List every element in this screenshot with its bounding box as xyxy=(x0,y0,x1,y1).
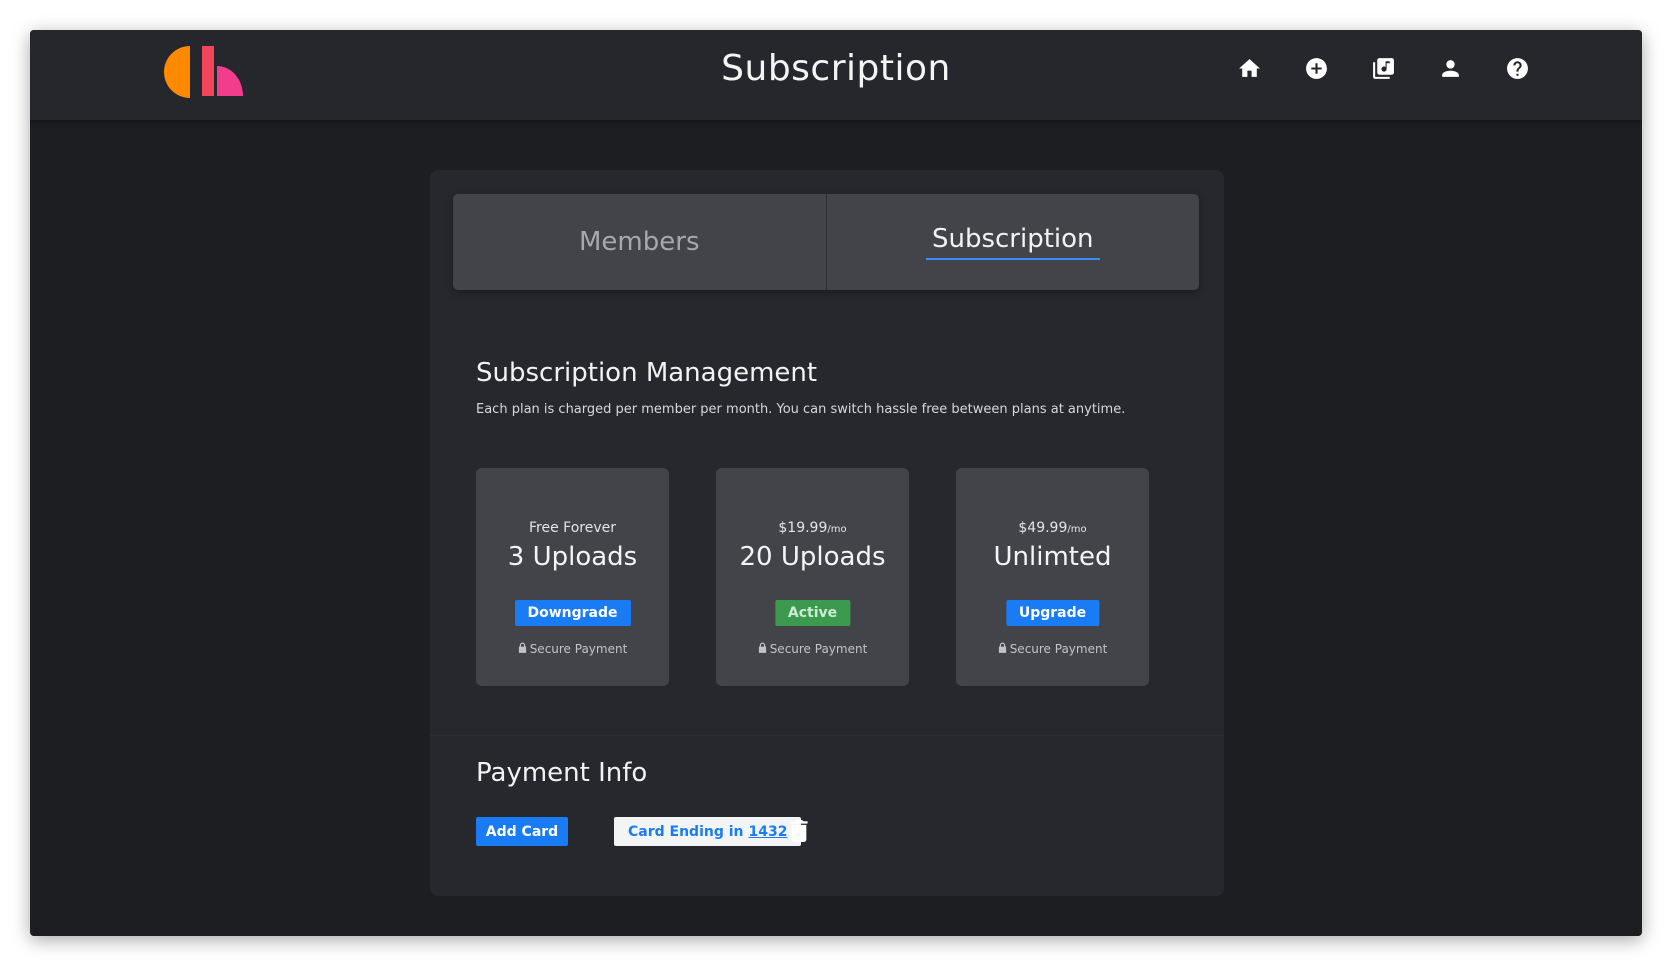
subscription-panel: Members Subscription Subscription Manage… xyxy=(430,170,1224,896)
plan-price-amount: $49.99 xyxy=(1018,520,1068,536)
downgrade-button[interactable]: Downgrade xyxy=(514,600,631,626)
plan-price: $49.99/mo xyxy=(956,520,1149,536)
secure-payment-note: Secure Payment xyxy=(716,642,909,656)
plan-card-unlimited: $49.99/mo Unlimted Upgrade Secure Paymen… xyxy=(956,468,1149,686)
plan-card-free: Free Forever 3 Uploads Downgrade Secure … xyxy=(476,468,669,686)
plan-price-amount: Free Forever xyxy=(529,520,616,536)
plan-price: Free Forever xyxy=(476,520,669,536)
plan-price-period: /mo xyxy=(1067,524,1087,535)
plan-name: Unlimted xyxy=(993,542,1112,572)
lock-icon xyxy=(518,642,527,656)
home-icon[interactable] xyxy=(1237,56,1262,81)
plan-price-period: /mo xyxy=(827,524,847,535)
subscription-management-heading: Subscription Management xyxy=(476,358,818,388)
tab-bar: Members Subscription xyxy=(453,194,1199,290)
plan-price: $19.99/mo xyxy=(716,520,909,536)
tab-subscription[interactable]: Subscription xyxy=(825,194,1200,290)
lock-icon xyxy=(758,642,767,656)
plan-card-20-uploads: $19.99/mo 20 Uploads Active Secure Payme… xyxy=(716,468,909,686)
secure-payment-label: Secure Payment xyxy=(769,642,868,656)
tab-subscription-label: Subscription xyxy=(925,224,1100,260)
library-music-icon[interactable] xyxy=(1371,56,1396,81)
secure-payment-label: Secure Payment xyxy=(529,642,628,656)
tab-members[interactable]: Members xyxy=(453,194,826,290)
app-window: Subscription Members Subscription Subscr… xyxy=(30,30,1642,936)
person-icon[interactable] xyxy=(1438,56,1463,81)
secure-payment-note: Secure Payment xyxy=(956,642,1149,656)
add-card-button[interactable]: Add Card xyxy=(476,817,568,846)
plan-list: Free Forever 3 Uploads Downgrade Secure … xyxy=(476,468,1180,686)
help-icon[interactable] xyxy=(1505,56,1530,81)
top-nav xyxy=(1237,56,1530,81)
delete-card-icon[interactable] xyxy=(790,820,808,842)
active-plan-badge: Active xyxy=(774,600,851,626)
saved-card[interactable]: Card Ending in 1432 xyxy=(614,817,802,846)
top-bar: Subscription xyxy=(30,30,1642,120)
section-divider xyxy=(430,735,1224,736)
lock-icon xyxy=(998,642,1007,656)
saved-card-label: Card Ending in xyxy=(628,823,744,840)
payment-info-heading: Payment Info xyxy=(476,758,648,788)
plan-price-amount: $19.99 xyxy=(778,520,828,536)
tab-members-label: Members xyxy=(579,227,700,257)
plan-name: 20 Uploads xyxy=(739,542,886,572)
add-circle-icon[interactable] xyxy=(1304,56,1329,81)
saved-card-last4[interactable]: 1432 xyxy=(749,824,788,840)
subscription-description: Each plan is charged per member per mont… xyxy=(476,402,1126,417)
upgrade-button[interactable]: Upgrade xyxy=(1005,600,1100,626)
secure-payment-note: Secure Payment xyxy=(476,642,669,656)
plan-name: 3 Uploads xyxy=(507,542,638,572)
secure-payment-label: Secure Payment xyxy=(1009,642,1108,656)
